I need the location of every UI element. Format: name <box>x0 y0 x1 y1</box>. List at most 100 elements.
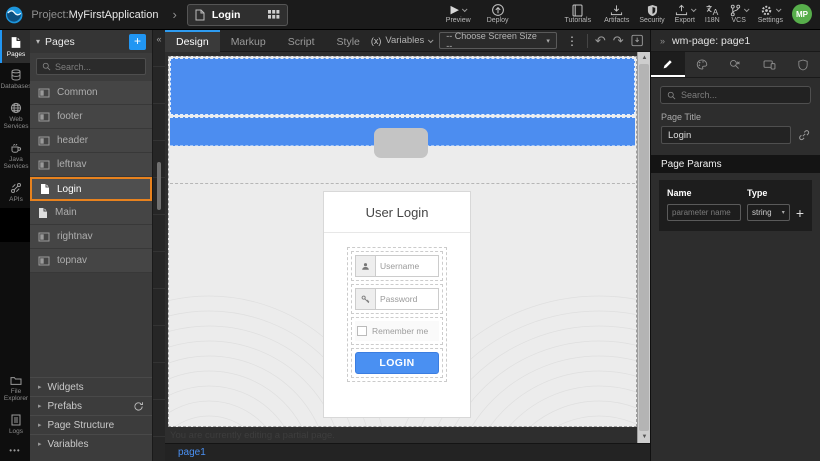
param-name-input[interactable] <box>667 204 741 221</box>
rail-item-apis[interactable]: APIs <box>0 176 30 208</box>
security-button[interactable]: Security <box>639 4 664 25</box>
bind-link-icon[interactable] <box>798 129 810 141</box>
undo-button[interactable]: ↶ <box>595 34 606 47</box>
deploy-button[interactable]: Deploy <box>487 4 509 25</box>
properties-panel: » wm-page: page1 Page Title <box>650 30 820 461</box>
bottom-tab-page1[interactable]: page1 <box>178 447 206 458</box>
tab-styles[interactable] <box>685 52 719 77</box>
scroll-down-arrow[interactable]: ▼ <box>638 432 650 442</box>
pages-list-item-footer[interactable]: footer <box>30 105 152 129</box>
rail-item-web-services[interactable]: Web Services <box>0 96 30 136</box>
pages-list-item-topnav[interactable]: topnav <box>30 249 152 273</box>
pages-search-box <box>36 58 146 75</box>
panel-section-variables[interactable]: ▸ Variables <box>30 434 152 453</box>
devices-icon <box>763 60 776 70</box>
panel-section-page-structure[interactable]: ▸ Page Structure <box>30 415 152 434</box>
settings-button[interactable]: Settings <box>758 4 783 25</box>
tab-markup[interactable]: Markup <box>220 30 277 52</box>
more-options-button[interactable]: ⋮ <box>564 34 580 48</box>
section-label: Prefabs <box>48 401 82 412</box>
vcs-button[interactable]: VCS <box>730 4 748 25</box>
rail-label: Pages <box>7 51 25 58</box>
preview-button[interactable]: ▶ Preview <box>446 4 471 25</box>
param-type-select[interactable]: string ▾ <box>747 204 790 221</box>
caret-right-icon: ▸ <box>38 440 42 448</box>
chevron-down-icon <box>462 7 468 13</box>
section-label: Widgets <box>48 382 84 393</box>
export-button[interactable]: Export <box>675 4 695 25</box>
artifacts-button[interactable]: Artifacts <box>604 4 629 25</box>
rail-label: Java Services <box>2 156 30 171</box>
tab-style[interactable]: Style <box>326 30 371 52</box>
tab-security[interactable] <box>786 52 820 77</box>
rail-item-databases[interactable]: Databases <box>0 63 30 95</box>
login-button[interactable]: LOGIN <box>355 352 439 374</box>
caret-down-icon[interactable]: ▾ <box>36 37 40 46</box>
branch-icon <box>730 4 741 17</box>
canvas-scrollbar[interactable]: ▲ ▼ <box>637 52 650 443</box>
shield-outline-icon <box>798 59 808 71</box>
variables-button[interactable]: (x) Variables <box>371 35 432 46</box>
properties-search-input[interactable] <box>681 90 804 100</box>
screen-size-select[interactable]: -- Choose Screen Size -- ▾ <box>439 32 557 49</box>
i18n-button[interactable]: A I18N <box>705 4 720 25</box>
rail-item-java-services[interactable]: Java Services <box>0 136 30 176</box>
logo-placeholder[interactable] <box>374 128 428 158</box>
wavemaker-logo-icon[interactable] <box>5 4 23 26</box>
header-widget[interactable] <box>170 58 635 115</box>
user-avatar[interactable]: MP <box>792 4 812 24</box>
pages-search-input[interactable] <box>55 62 140 72</box>
login-panel-widget[interactable]: User Login <box>323 191 471 418</box>
page-params-section-header[interactable]: Page Params <box>651 155 820 173</box>
rail-item-file-explorer[interactable]: File Explorer <box>0 370 30 408</box>
scroll-up-arrow[interactable]: ▲ <box>638 53 650 63</box>
save-icon[interactable] <box>631 34 643 47</box>
password-row[interactable] <box>351 284 443 314</box>
pages-list: Common footer header leftnav Login Main <box>30 81 152 273</box>
panel-section-prefabs[interactable]: ▸ Prefabs <box>30 396 152 415</box>
tab-devices[interactable] <box>752 52 786 77</box>
page-item-label: Main <box>55 207 77 218</box>
project-name[interactable]: Project:MyFirstApplication <box>31 9 158 21</box>
redo-button[interactable]: ↷ <box>613 34 624 47</box>
rail-item-pages[interactable]: Pages <box>0 30 30 63</box>
remember-me-checkbox[interactable] <box>357 326 367 336</box>
tab-script[interactable]: Script <box>277 30 326 52</box>
caret-right-icon: ▸ <box>38 383 42 391</box>
panel-section-widgets[interactable]: ▸ Widgets <box>30 377 152 396</box>
password-input[interactable] <box>376 289 438 309</box>
pages-list-item-header[interactable]: header <box>30 129 152 153</box>
username-row[interactable] <box>351 251 443 281</box>
selected-widget-title: wm-page: page1 <box>672 35 750 47</box>
tab-design[interactable]: Design <box>165 30 220 52</box>
grid-icon[interactable] <box>268 10 280 19</box>
pages-list-item-rightnav[interactable]: rightnav <box>30 225 152 249</box>
pages-list-item-leftnav[interactable]: leftnav <box>30 153 152 177</box>
scrollbar-thumb[interactable] <box>639 64 649 431</box>
page-item-label: footer <box>57 111 83 122</box>
open-page-tab[interactable]: Login <box>187 4 288 26</box>
refresh-icon[interactable] <box>133 401 144 412</box>
expand-panel-button[interactable]: » <box>660 36 665 46</box>
add-page-button[interactable]: + <box>129 34 146 50</box>
tab-properties[interactable] <box>651 52 685 77</box>
page-title-input[interactable] <box>661 126 791 144</box>
rail-more-button[interactable]: ••• <box>0 440 30 461</box>
tab-events[interactable] <box>719 52 753 77</box>
rail-item-logs[interactable]: Logs <box>0 408 30 440</box>
tutorials-button[interactable]: Tutorials <box>564 4 591 25</box>
add-param-button[interactable]: + <box>796 206 804 220</box>
remember-me-label: Remember me <box>372 326 428 336</box>
splitter-handle[interactable] <box>157 162 161 210</box>
page-title-label: Page Title <box>661 112 810 122</box>
logs-icon <box>11 414 21 426</box>
login-page-canvas[interactable]: User Login <box>168 56 637 427</box>
remember-me-row[interactable]: Remember me <box>351 317 443 345</box>
pages-list-item-login[interactable]: Login <box>30 177 152 201</box>
page-item-label: header <box>57 135 88 146</box>
collapse-panel-button[interactable]: « <box>153 30 165 44</box>
pages-list-item-main[interactable]: Main <box>30 201 152 225</box>
pages-list-item-common[interactable]: Common <box>30 81 152 105</box>
partial-page-icon <box>38 112 50 122</box>
username-input[interactable] <box>376 256 438 276</box>
